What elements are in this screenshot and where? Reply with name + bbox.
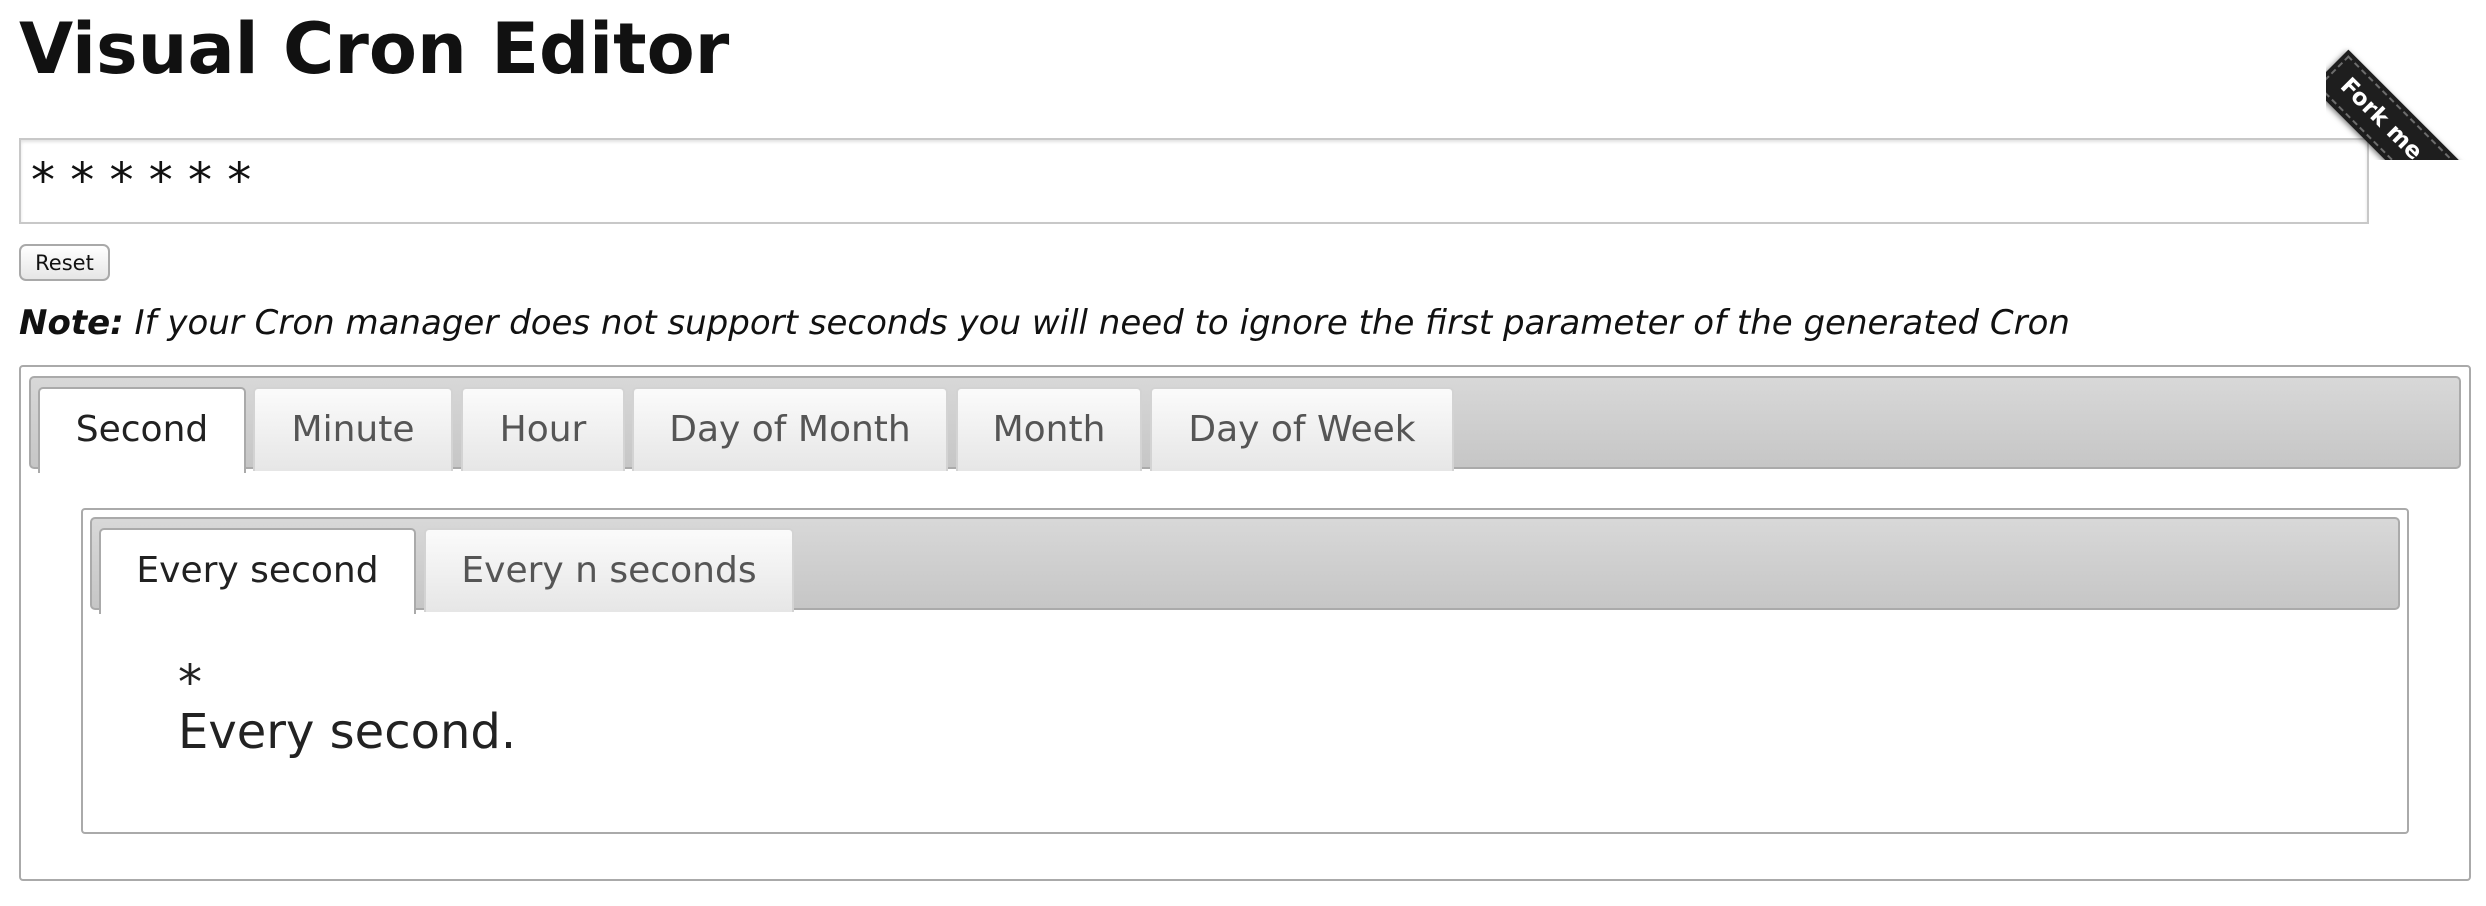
tab-hour[interactable]: Hour [461,387,625,471]
cron-field-symbol: * [178,655,202,711]
page-title: Visual Cron Editor [19,8,730,90]
note-label: Note: [19,303,124,343]
tab-day-of-week[interactable]: Day of Week [1150,387,1454,471]
tab-every-n-seconds[interactable]: Every n seconds [424,528,794,612]
cron-field-tab-bar: Second Minute Hour Day of Month Month Da… [29,376,2461,473]
note-text: If your Cron manager does not support se… [123,303,2070,343]
cron-field-description: Every second. [178,704,517,760]
fork-ribbon-container: Fork me on GitHub [2326,0,2486,160]
tab-month[interactable]: Month [956,387,1142,471]
tab-second[interactable]: Second [38,387,246,473]
seconds-note: Note: If your Cron manager does not supp… [19,298,2070,348]
cron-field-tabs: Second Minute Hour Day of Month Month Da… [19,365,2471,881]
reset-button[interactable]: Reset [19,244,110,281]
tab-minute[interactable]: Minute [253,387,453,471]
tab-day-of-month[interactable]: Day of Month [632,387,948,471]
second-options-tab-bar: Every second Every n seconds [90,517,2400,614]
page: Visual Cron Editor Reset Note: If your C… [0,0,2486,906]
tab-every-second[interactable]: Every second [99,528,416,614]
second-options-tabs: Every second Every n seconds * Every sec… [81,508,2409,834]
cron-expression-input[interactable] [19,138,2369,224]
fork-ribbon-link[interactable]: Fork me on GitHub [2326,49,2486,160]
